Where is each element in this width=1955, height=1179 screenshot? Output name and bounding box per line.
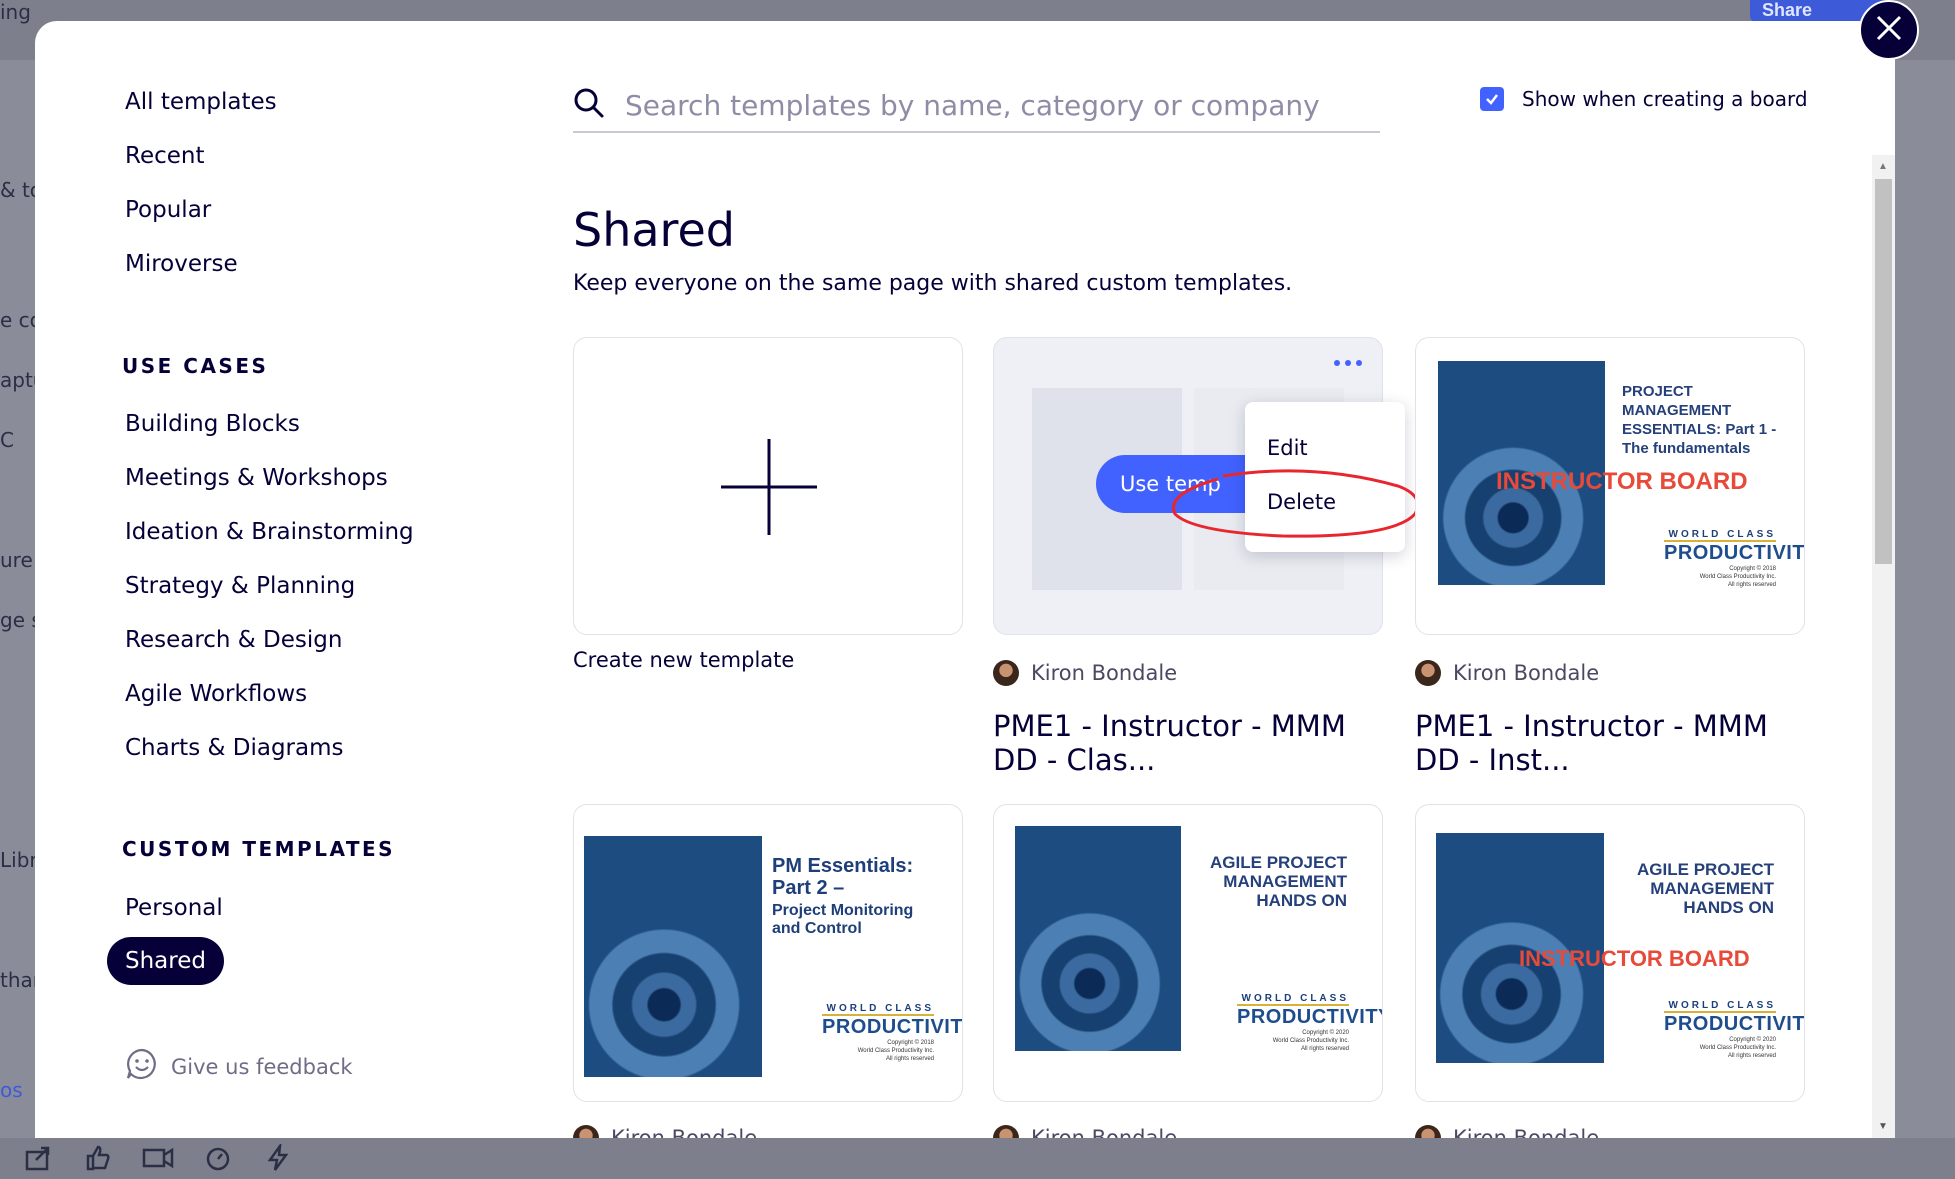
plus-icon [719, 437, 819, 542]
template-title[interactable]: PME1 - Instructor - MMM DD - Inst... [1415, 709, 1805, 777]
show-when-creating-label: Show when creating a board [1522, 87, 1808, 111]
sidebar-item-miroverse[interactable]: Miroverse [125, 251, 238, 277]
share-screen-icon[interactable] [20, 1140, 56, 1176]
brand-logo: WORLD CLASS PRODUCTIVITY Copyright © 202… [1237, 993, 1383, 1052]
brand-logo: WORLD CLASS PRODUCTIVITY Copyright © 201… [822, 1003, 963, 1062]
sidebar-item-charts-diagrams[interactable]: Charts & Diagrams [125, 735, 343, 761]
sidebar-item-research-design[interactable]: Research & Design [125, 627, 342, 653]
create-template-card[interactable] [573, 337, 963, 635]
template-thumbnail: PROJECT MANAGEMENT ESSENTIALS: Part 1 - … [1424, 346, 1805, 626]
sidebar-item-meetings-workshops[interactable]: Meetings & Workshops [125, 465, 388, 491]
more-options-icon[interactable] [1334, 360, 1364, 372]
page-title: Shared [573, 203, 735, 257]
annotation-circle [1163, 466, 1433, 556]
search-input[interactable] [625, 88, 1345, 122]
show-when-creating-toggle[interactable]: Show when creating a board [1480, 87, 1808, 111]
template-card[interactable]: AGILE PROJECT MANAGEMENT HANDS ON INSTRU… [1415, 804, 1805, 1102]
video-icon[interactable] [140, 1140, 176, 1176]
instructor-board-label: INSTRUCTOR BOARD [1519, 946, 1750, 971]
templates-modal: All templates Recent Popular Miroverse U… [35, 21, 1895, 1138]
share-label: Share [1762, 0, 1813, 20]
avatar [993, 660, 1019, 686]
author-name: Kiron Bondale [611, 1126, 758, 1138]
thumbs-up-icon[interactable] [80, 1140, 116, 1176]
template-author: Kiron Bondale [993, 1125, 1177, 1138]
cover-title: PROJECT MANAGEMENT ESSENTIALS: Part 1 - … [1622, 383, 1777, 457]
dartboard-image [1015, 826, 1181, 1051]
template-thumbnail: AGILE PROJECT MANAGEMENT HANDS ON WORLD … [1002, 813, 1383, 1093]
template-card[interactable]: PROJECT MANAGEMENT ESSENTIALS: Part 1 - … [1415, 337, 1805, 635]
board-fragment: ure [0, 548, 33, 572]
template-card[interactable]: PM Essentials: Part 2 – Project Monitori… [573, 804, 963, 1102]
close-modal-button[interactable] [1859, 0, 1919, 60]
scrollbar[interactable]: ▲ ▼ [1872, 155, 1895, 1138]
sidebar-item-building-blocks[interactable]: Building Blocks [125, 411, 300, 437]
template-author: Kiron Bondale [573, 1125, 757, 1138]
sidebar-item-personal[interactable]: Personal [125, 895, 223, 921]
template-author: Kiron Bondale [1415, 1125, 1599, 1138]
menu-item-edit[interactable]: Edit [1267, 436, 1308, 460]
instructor-board-label: INSTRUCTOR BOARD [1496, 468, 1748, 495]
template-search [573, 79, 1380, 133]
timer-icon[interactable] [200, 1140, 236, 1176]
sidebar-item-all-templates[interactable]: All templates [125, 89, 277, 115]
scrollbar-thumb[interactable] [1875, 179, 1892, 564]
author-name: Kiron Bondale [1453, 661, 1600, 685]
avatar [993, 1125, 1019, 1138]
sidebar-item-shared[interactable]: Shared [107, 937, 224, 985]
board-fragment: os [0, 1078, 23, 1102]
template-title[interactable]: PME1 - Instructor - MMM DD - Clas... [993, 709, 1383, 777]
lightning-icon[interactable] [260, 1140, 296, 1176]
page-subtitle: Keep everyone on the same page with shar… [573, 271, 1293, 296]
cover-title: PM Essentials: Part 2 – [772, 855, 914, 899]
sidebar-item-recent[interactable]: Recent [125, 143, 205, 169]
use-cases-heading: USE CASES [122, 354, 269, 378]
cover-subtitle: Project Monitoring and Control [772, 902, 914, 937]
close-icon [1874, 13, 1904, 48]
board-title-fragment: ing [0, 0, 31, 24]
custom-templates-heading: CUSTOM TEMPLATES [122, 837, 396, 861]
brand-logo: WORLD CLASS PRODUCTIVITY Copyright © 201… [1664, 529, 1805, 588]
checkmark-icon [1486, 94, 1498, 105]
sidebar-item-strategy-planning[interactable]: Strategy & Planning [125, 573, 355, 599]
sidebar-item-popular[interactable]: Popular [125, 197, 211, 223]
show-when-creating-checkbox[interactable] [1480, 87, 1504, 111]
board-fragment: C [0, 428, 14, 452]
cover-title: AGILE PROJECT MANAGEMENT HANDS ON [1210, 853, 1347, 910]
smiley-chat-icon [125, 1047, 159, 1086]
avatar [1415, 1125, 1441, 1138]
create-template-label[interactable]: Create new template [573, 648, 794, 672]
avatar [1415, 660, 1441, 686]
author-name: Kiron Bondale [1453, 1126, 1600, 1138]
search-icon [573, 87, 605, 124]
sidebar-item-ideation-brainstorming[interactable]: Ideation & Brainstorming [125, 519, 414, 545]
template-thumbnail: PM Essentials: Part 2 – Project Monitori… [582, 813, 963, 1093]
avatar [573, 1125, 599, 1138]
template-thumbnail: AGILE PROJECT MANAGEMENT HANDS ON INSTRU… [1424, 813, 1805, 1093]
author-name: Kiron Bondale [1031, 1126, 1178, 1138]
brand-logo: WORLD CLASS PRODUCTIVITY Copyright © 202… [1664, 1000, 1805, 1059]
scroll-up-arrow-icon[interactable]: ▲ [1878, 161, 1888, 172]
cover-title: AGILE PROJECT MANAGEMENT HANDS ON [1637, 860, 1774, 917]
feedback-label: Give us feedback [171, 1054, 353, 1079]
template-card[interactable]: AGILE PROJECT MANAGEMENT HANDS ON WORLD … [993, 804, 1383, 1102]
template-author: Kiron Bondale [1415, 660, 1599, 686]
feedback-link[interactable]: Give us feedback [125, 1047, 353, 1086]
scroll-down-arrow-icon[interactable]: ▼ [1878, 1121, 1888, 1132]
dartboard-image [584, 836, 762, 1077]
author-name: Kiron Bondale [1031, 661, 1178, 685]
sidebar-item-agile-workflows[interactable]: Agile Workflows [125, 681, 307, 707]
template-author: Kiron Bondale [993, 660, 1177, 686]
